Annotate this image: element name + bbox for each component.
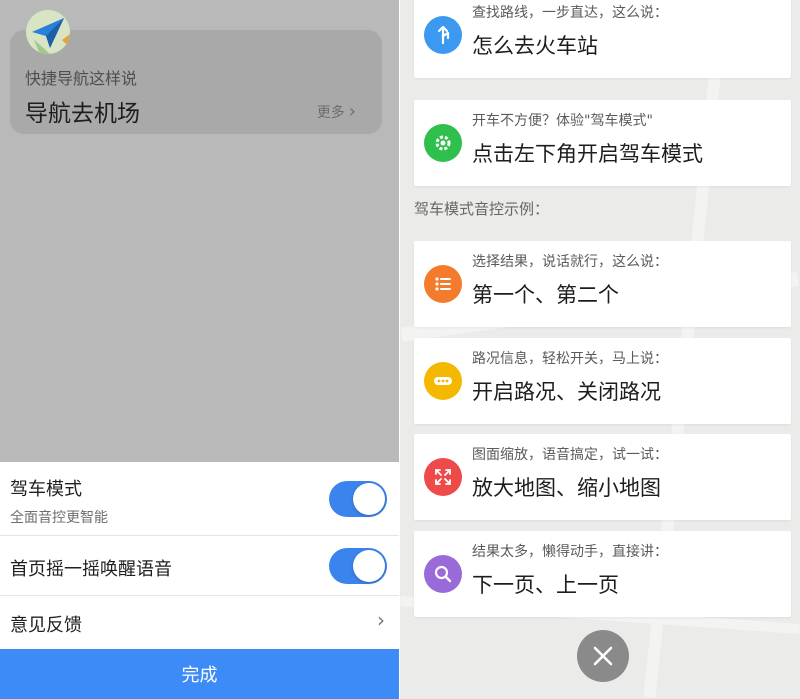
close-button[interactable] xyxy=(577,630,629,682)
zoom-icon xyxy=(424,458,462,496)
card-command: 点击左下角开启驾车模式 xyxy=(472,142,703,166)
setting-title: 意见反馈 xyxy=(10,615,82,636)
card-hint: 路况信息，轻松开关，马上说： xyxy=(472,351,668,367)
settings-sheet: 驾车模式 全面音控更智能 首页摇一摇唤醒语音 意见反馈 › 完成 xyxy=(0,462,399,699)
setting-row-feedback[interactable]: 意见反馈 › xyxy=(0,596,399,649)
route-icon xyxy=(424,16,462,54)
voice-example-card[interactable]: 开车不方便？体验"驾车模式" 点击左下角开启驾车模式 xyxy=(414,100,791,186)
traffic-icon xyxy=(424,362,462,400)
voice-example-card[interactable]: 图面缩放，语音搞定，试一试： 放大地图、缩小地图 xyxy=(414,434,791,520)
voice-example-card[interactable]: 路况信息，轻松开关，马上说： 开启路况、关闭路况 xyxy=(414,338,791,424)
card-hint: 开车不方便？体验"驾车模式" xyxy=(472,113,653,129)
setting-title: 驾车模式 xyxy=(10,479,82,500)
setting-subtitle: 全面音控更智能 xyxy=(10,510,108,526)
card-command: 第一个、第二个 xyxy=(472,283,619,307)
done-button[interactable]: 完成 xyxy=(0,649,399,699)
card-command: 放大地图、缩小地图 xyxy=(472,476,661,500)
card-hint: 选择结果，说话就行，这么说： xyxy=(472,254,668,270)
gear-icon xyxy=(424,124,462,162)
tip-hint: 快捷导航这样说 xyxy=(25,69,138,88)
shake-wake-toggle[interactable] xyxy=(329,548,387,584)
toggle-knob xyxy=(353,550,385,582)
chevron-right-icon: › xyxy=(348,101,356,122)
toggle-knob xyxy=(353,483,385,515)
more-link[interactable]: 更多 › xyxy=(317,102,356,122)
list-icon xyxy=(424,265,462,303)
voice-example-card[interactable]: 选择结果，说话就行，这么说： 第一个、第二个 xyxy=(414,241,791,327)
tip-command: 导航去机场 xyxy=(25,101,140,127)
close-icon xyxy=(593,646,613,666)
card-hint: 图面缩放，语音搞定，试一试： xyxy=(472,447,668,463)
paper-plane-icon xyxy=(26,10,70,54)
voice-example-card[interactable]: 查找路线，一步直达，这么说： 怎么去火车站 xyxy=(414,0,791,78)
setting-row-drive-mode[interactable]: 驾车模式 全面音控更智能 xyxy=(0,462,399,536)
chevron-right-icon: › xyxy=(377,608,385,632)
setting-title: 首页摇一摇唤醒语音 xyxy=(10,559,172,580)
card-command: 下一页、上一页 xyxy=(472,573,619,597)
card-hint: 查找路线，一步直达，这么说： xyxy=(472,5,668,21)
quick-nav-tip-card[interactable]: 快捷导航这样说 导航去机场 更多 › xyxy=(10,30,382,134)
card-command: 开启路况、关闭路况 xyxy=(472,380,661,404)
drive-mode-toggle[interactable] xyxy=(329,481,387,517)
section-label: 驾车模式音控示例： xyxy=(414,200,550,218)
left-panel: 快捷导航这样说 导航去机场 更多 › 驾车模式 全面音控更智能 首页摇一摇唤醒语… xyxy=(0,0,399,699)
setting-row-shake-wake[interactable]: 首页摇一摇唤醒语音 xyxy=(0,536,399,596)
voice-example-card[interactable]: 结果太多，懒得动手，直接讲： 下一页、上一页 xyxy=(414,531,791,617)
right-panel: 查找路线，一步直达，这么说： 怎么去火车站 开车不方便？体验"驾车模式" 点击左… xyxy=(400,0,800,699)
search-icon xyxy=(424,555,462,593)
more-label: 更多 xyxy=(316,105,345,121)
card-hint: 结果太多，懒得动手，直接讲： xyxy=(472,544,668,560)
card-command: 怎么去火车站 xyxy=(472,34,598,58)
